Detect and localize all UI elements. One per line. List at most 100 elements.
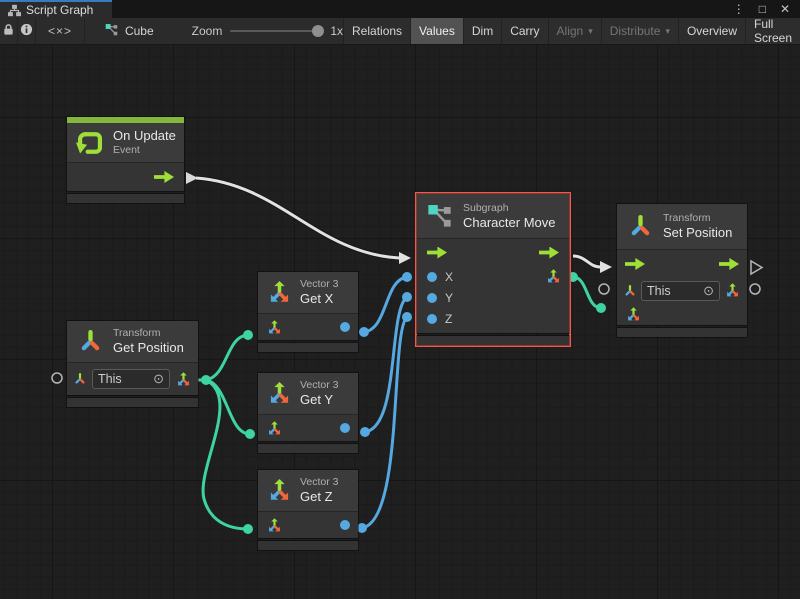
transform-icon[interactable] (623, 284, 637, 298)
this-field-value: This (647, 284, 671, 298)
node-title: Get Position (113, 340, 184, 356)
wire-charactermove-to-setposition[interactable] (573, 256, 612, 273)
window-menu-icon[interactable]: ⋮ (733, 2, 745, 16)
align-dropdown[interactable]: Align▾ (548, 18, 601, 44)
button-label: Overview (687, 24, 737, 38)
graph-toolbar: <×> Cube Zoom 1x Relations Values Dim Ca… (0, 18, 800, 45)
flow-output-port[interactable] (154, 171, 174, 183)
button-label: Align (557, 24, 584, 38)
edit-code-button[interactable]: <×> (36, 18, 85, 44)
tab-script-graph[interactable]: Script Graph (0, 0, 112, 18)
loop-event-icon (76, 129, 104, 157)
flow-output-port[interactable] (719, 258, 739, 270)
tab-title: Script Graph (26, 3, 93, 17)
full-screen-button[interactable]: Full Screen (745, 18, 800, 44)
wire-onupdate-to-charactermove[interactable] (186, 172, 411, 264)
button-label: Carry (510, 24, 539, 38)
button-label: Distribute (610, 24, 661, 38)
node-type: Event (113, 144, 176, 157)
setposition-flow-out-empty[interactable] (751, 261, 762, 274)
this-field-value: This (98, 372, 122, 386)
x-input-port[interactable] (427, 272, 437, 282)
node-get-z[interactable]: Vector 3 Get Z (258, 470, 358, 550)
wire-getposition-to-getxyz[interactable] (196, 330, 255, 534)
vector3-input-port[interactable] (266, 517, 283, 534)
z-input-port[interactable] (427, 314, 437, 324)
subgraph-icon (105, 23, 119, 40)
node-footer (67, 398, 198, 407)
lock-button[interactable] (0, 18, 18, 44)
vector3-value-input-port[interactable] (625, 306, 642, 323)
value-output-port[interactable] (340, 322, 350, 332)
window-maximize-icon[interactable]: □ (759, 2, 766, 16)
vector3-icon (266, 380, 293, 407)
flow-input-port[interactable] (625, 258, 645, 270)
vector3-input-port[interactable] (266, 420, 283, 437)
node-title: Get Z (300, 489, 339, 505)
button-label: Values (419, 24, 455, 38)
node-title: Set Position (663, 225, 732, 241)
wire-getz-to-z[interactable] (357, 312, 412, 533)
flow-input-port[interactable] (427, 247, 447, 259)
values-button[interactable]: Values (410, 18, 463, 44)
node-on-update[interactable]: On Update Event (67, 117, 184, 203)
vector3-output-port[interactable] (724, 282, 741, 299)
y-input-port[interactable] (427, 293, 437, 303)
zoom-slider[interactable] (230, 30, 322, 32)
node-get-y[interactable]: Vector 3 Get Y (258, 373, 358, 453)
button-label: Full Screen (754, 17, 792, 45)
vector3-output-port[interactable] (545, 268, 562, 285)
getposition-target-port-empty[interactable] (52, 373, 62, 383)
value-output-port[interactable] (340, 520, 350, 530)
script-graph-window: Script Graph ⋮ □ ✕ <×> Cube Zoom 1x Rela… (0, 0, 800, 599)
setposition-target-port-empty[interactable] (599, 284, 609, 294)
flow-output-port[interactable] (539, 247, 559, 259)
object-picker-icon[interactable]: ⊙ (703, 283, 714, 299)
button-label: Dim (472, 24, 493, 38)
zoom-value: 1x (330, 24, 343, 38)
transform-icon[interactable] (73, 372, 87, 386)
graph-target[interactable]: Cube (105, 18, 154, 44)
object-picker-icon[interactable]: ⊙ (153, 371, 164, 387)
node-footer (67, 194, 184, 203)
node-footer (258, 444, 358, 453)
distribute-dropdown[interactable]: Distribute ▾ (601, 18, 678, 44)
value-output-port[interactable] (340, 423, 350, 433)
vector3-icon (266, 477, 293, 504)
window-close-icon[interactable]: ✕ (780, 2, 790, 16)
node-footer (258, 541, 358, 550)
vector3-output-port[interactable] (175, 371, 192, 388)
node-title: Get Y (300, 392, 339, 408)
node-get-x[interactable]: Vector 3 Get X (258, 272, 358, 352)
chevron-down-icon: ▾ (665, 26, 670, 37)
this-field[interactable]: This ⊙ (641, 281, 720, 301)
node-type: Vector 3 (300, 476, 339, 489)
node-title: Character Move (463, 215, 555, 231)
titlebar: Script Graph ⋮ □ ✕ (0, 0, 800, 18)
node-type: Subgraph (463, 202, 555, 215)
node-get-position[interactable]: Transform Get Position This ⊙ (67, 321, 198, 407)
node-type: Transform (663, 212, 732, 225)
view-buttons: Relations Values Dim Carry Align▾ Distri… (343, 18, 800, 44)
node-title: Get X (300, 291, 339, 307)
subgraph-icon (427, 203, 454, 230)
button-label: Relations (352, 24, 402, 38)
node-character-move-subgraph[interactable]: Subgraph Character Move X Y (415, 192, 571, 347)
node-title: On Update (113, 128, 176, 144)
dim-button[interactable]: Dim (463, 18, 501, 44)
node-set-position[interactable]: Transform Set Position This ⊙ (617, 204, 747, 337)
relations-button[interactable]: Relations (343, 18, 410, 44)
carry-button[interactable]: Carry (501, 18, 547, 44)
this-field[interactable]: This ⊙ (92, 369, 170, 389)
z-input-label: Z (445, 312, 452, 326)
inspect-button[interactable] (18, 18, 36, 44)
zoom-label: Zoom (192, 24, 223, 38)
vector3-input-port[interactable] (266, 319, 283, 336)
zoom-slider-handle[interactable] (312, 25, 324, 37)
lock-icon (2, 23, 15, 39)
graph-canvas[interactable]: On Update Event Transform (0, 45, 800, 599)
overview-button[interactable]: Overview (678, 18, 745, 44)
info-icon (20, 23, 33, 39)
setposition-value-out-empty[interactable] (750, 284, 760, 294)
zoom-control: Zoom 1x (192, 18, 343, 44)
